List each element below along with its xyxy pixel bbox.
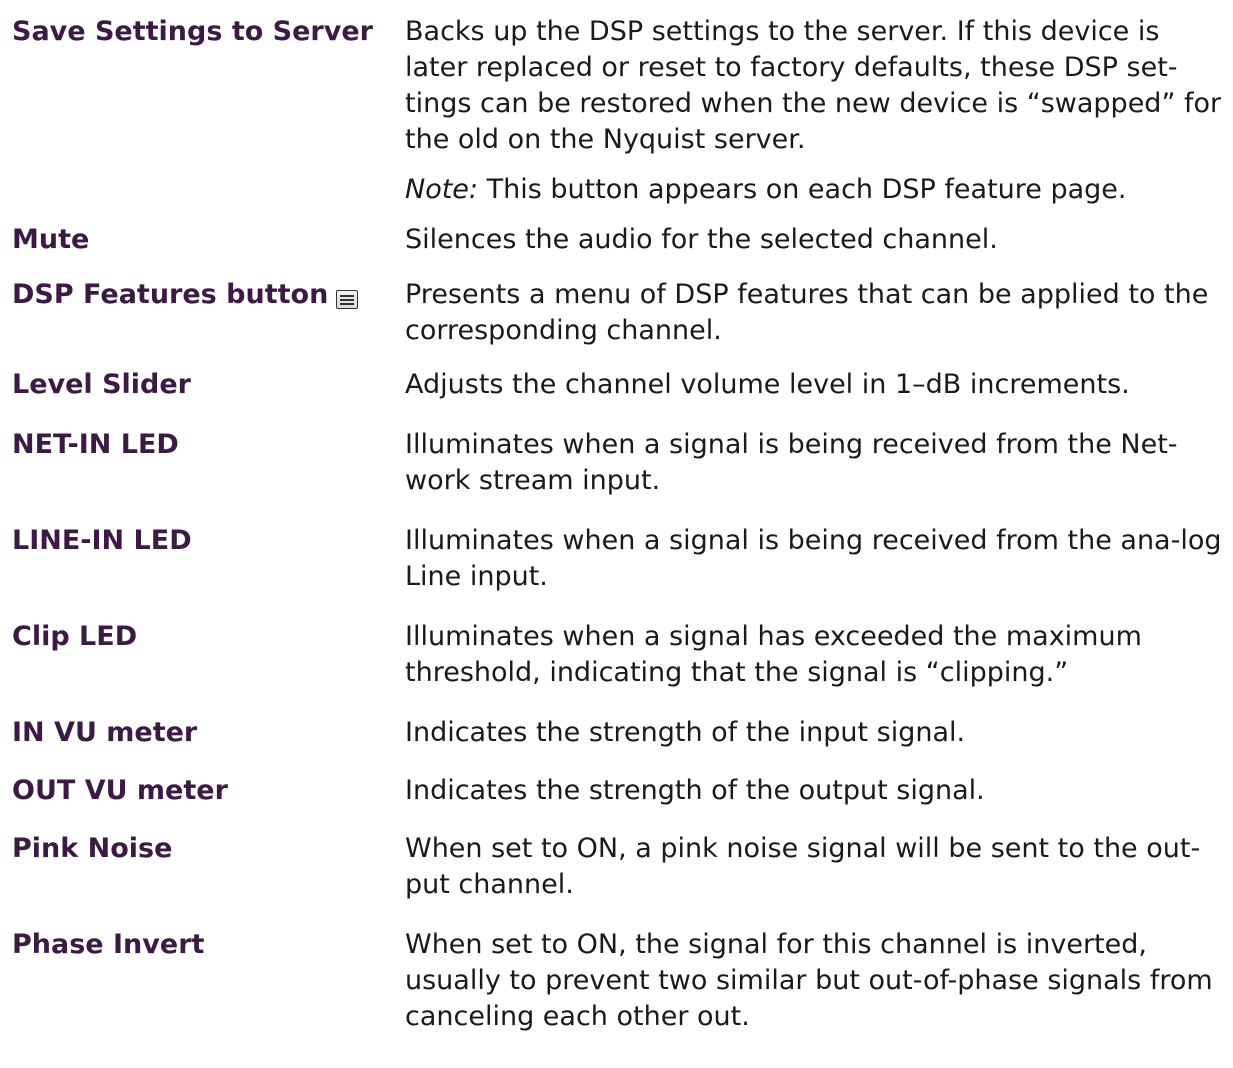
definition-row-out-vu-meter: OUT VU meter Indicates the strength of t… [12,773,1227,809]
definition-row-mute: Mute Silences the audio for the selected… [12,222,1227,258]
definition-row-pink-noise: Pink Noise When set to ON, a pink noise … [12,831,1227,903]
definition-row-level-slider: Level Slider Adjusts the channel volume … [12,367,1227,403]
description-out-vu-meter: Indicates the strength of the output sig… [405,775,985,806]
definition-row-net-in-led: NET-IN LED Illuminates when a signal is … [12,427,1227,499]
description-level-slider: Adjusts the channel volume level in 1–dB… [405,369,1130,400]
description-line-in-led: Illuminates when a signal is being recei… [405,525,1222,592]
term-level-slider: Level Slider [12,369,191,400]
term-clip-led: Clip LED [12,621,138,652]
description-pink-noise: When set to ON, a pink noise signal will… [405,833,1201,900]
description-phase-invert: When set to ON, the signal for this chan… [405,929,1213,1032]
definition-row-phase-invert: Phase Invert When set to ON, the signal … [12,927,1227,1035]
definition-row-dsp-features: DSP Features button Presents a menu of D… [12,277,1227,349]
definition-row-in-vu-meter: IN VU meter Indicates the strength of th… [12,715,1227,751]
description-mute: Silences the audio for the selected chan… [405,224,998,255]
note-label: Note: [405,174,479,205]
description-save-settings: Backs up the DSP settings to the server.… [405,14,1227,208]
description-dsp-features: Presents a menu of DSP features that can… [405,279,1209,346]
term-out-vu-meter: OUT VU meter [12,775,228,806]
definition-row-line-in-led: LINE-IN LED Illuminates when a signal is… [12,523,1227,595]
description-net-in-led: Illuminates when a signal is being recei… [405,429,1178,496]
description-text: Backs up the DSP settings to the server.… [405,16,1222,155]
menu-icon [336,289,359,309]
term-pink-noise: Pink Noise [12,833,173,864]
note-paragraph: Note: This button appears on each DSP fe… [405,172,1227,208]
note-text: This button appears on each DSP feature … [478,174,1127,205]
term-net-in-led: NET-IN LED [12,429,179,460]
term-mute: Mute [12,224,90,255]
term-in-vu-meter: IN VU meter [12,717,198,748]
term-phase-invert: Phase Invert [12,929,205,960]
term-line-in-led: LINE-IN LED [12,525,192,556]
description-in-vu-meter: Indicates the strength of the input sign… [405,717,966,748]
definition-table: Save Settings to Server Backs up the DSP… [12,14,1227,1035]
term-dsp-features: DSP Features button [12,277,405,313]
definition-row-clip-led: Clip LED Illuminates when a signal has e… [12,619,1227,691]
term-save-settings: Save Settings to Server [12,16,373,47]
definition-row-save-settings: Save Settings to Server Backs up the DSP… [12,14,1227,208]
description-clip-led: Illuminates when a signal has exceeded t… [405,621,1142,688]
term-dsp-features-label: DSP Features button [12,279,329,310]
